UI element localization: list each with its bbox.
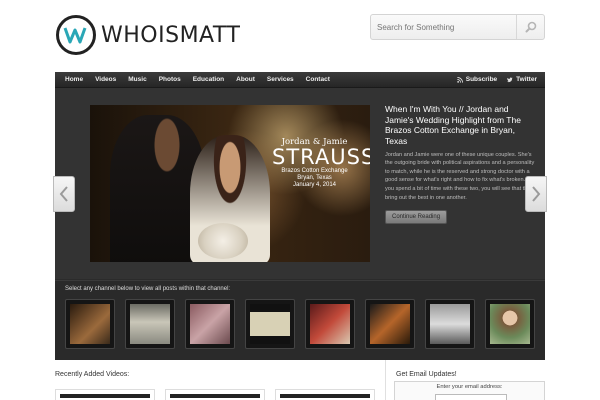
search-button[interactable]: [516, 15, 544, 39]
chevron-right-icon: [532, 186, 541, 202]
twitter-link[interactable]: Twitter: [507, 76, 537, 83]
slider-next-button[interactable]: [525, 176, 547, 212]
channel-selector: Select any channel below to view all pos…: [55, 280, 545, 360]
chevron-left-icon: [59, 186, 68, 202]
nav-videos[interactable]: Videos: [89, 76, 122, 83]
channel-thumb[interactable]: [305, 299, 355, 349]
channel-thumb[interactable]: [65, 299, 115, 349]
recent-video-image: [170, 394, 260, 398]
channel-image: [130, 304, 170, 344]
channel-thumb[interactable]: [425, 299, 475, 349]
channel-thumb[interactable]: [245, 299, 295, 349]
email-label: Enter your email address:: [436, 384, 503, 390]
main-nav: Home Videos Music Photos Education About…: [55, 72, 545, 88]
nav-social: Subscribe Twitter: [447, 76, 545, 83]
overlay-surname: STRAUSS: [272, 145, 370, 169]
overlay-date: January 4, 2014: [292, 182, 337, 189]
channel-image: [310, 304, 350, 344]
overlay-city: Bryan, Texas: [297, 175, 332, 182]
search-input[interactable]: [371, 15, 516, 39]
recent-video-card[interactable]: [55, 389, 155, 400]
nav-photos[interactable]: Photos: [153, 76, 187, 83]
recent-video-image: [280, 394, 370, 398]
twitter-icon: [507, 77, 513, 82]
column-divider: [385, 360, 386, 400]
recent-video-image: [60, 394, 150, 398]
search-box: [370, 14, 545, 40]
channel-image: [250, 304, 290, 344]
main-frame: Home Videos Music Photos Education About…: [53, 72, 547, 360]
channel-image: [490, 304, 530, 344]
featured-slider: Jordan & Jamie STRAUSS Brazos Cotton Exc…: [53, 88, 547, 279]
email-signup-box: Enter your email address:: [394, 381, 545, 400]
channel-image: [370, 304, 410, 344]
nav-home[interactable]: Home: [59, 76, 89, 83]
search-icon: [525, 21, 536, 33]
subscribe-label: Subscribe: [465, 76, 498, 83]
email-input[interactable]: [435, 394, 507, 400]
subscribe-link[interactable]: Subscribe: [456, 76, 498, 83]
thumbnail-overlay-text: Jordan & Jamie STRAUSS Brazos Cotton Exc…: [272, 137, 370, 190]
slider-prev-button[interactable]: [53, 176, 75, 212]
channel-image: [430, 304, 470, 344]
channel-image: [190, 304, 230, 344]
recent-video-card[interactable]: [275, 389, 375, 400]
nav-services[interactable]: Services: [261, 76, 300, 83]
channel-image: [70, 304, 110, 344]
page: WHOISMATT Home Videos Music Photos Educa…: [0, 0, 600, 400]
channel-thumb[interactable]: [365, 299, 415, 349]
nav-education[interactable]: Education: [187, 76, 230, 83]
featured-excerpt: Jordan and Jamie were one of these uniqu…: [385, 151, 535, 201]
recent-video-card[interactable]: [165, 389, 265, 400]
channel-thumb[interactable]: [185, 299, 235, 349]
bouquet: [198, 223, 248, 259]
recent-videos-title: Recently Added Videos:: [55, 371, 130, 378]
featured-post: When I'm With You // Jordan and Jamie's …: [385, 104, 535, 225]
continue-reading-button[interactable]: Continue Reading: [385, 210, 448, 225]
featured-title[interactable]: When I'm With You // Jordan and Jamie's …: [385, 104, 535, 147]
logo-icon: [56, 15, 96, 55]
channel-thumb[interactable]: [125, 299, 175, 349]
logo-text: WHOISMATT: [101, 22, 241, 48]
twitter-label: Twitter: [516, 76, 537, 83]
channels-label: Select any channel below to view all pos…: [65, 286, 231, 292]
site-logo[interactable]: WHOISMATT: [56, 15, 240, 55]
featured-video-thumbnail[interactable]: Jordan & Jamie STRAUSS Brazos Cotton Exc…: [90, 105, 370, 262]
nav-contact[interactable]: Contact: [300, 76, 336, 83]
nav-music[interactable]: Music: [122, 76, 152, 83]
email-updates-title: Get Email Updates!: [396, 371, 457, 378]
nav-about[interactable]: About: [230, 76, 261, 83]
rss-icon: [456, 76, 463, 83]
overlay-venue: Brazos Cotton Exchange: [281, 168, 348, 174]
channel-thumb[interactable]: [485, 299, 535, 349]
